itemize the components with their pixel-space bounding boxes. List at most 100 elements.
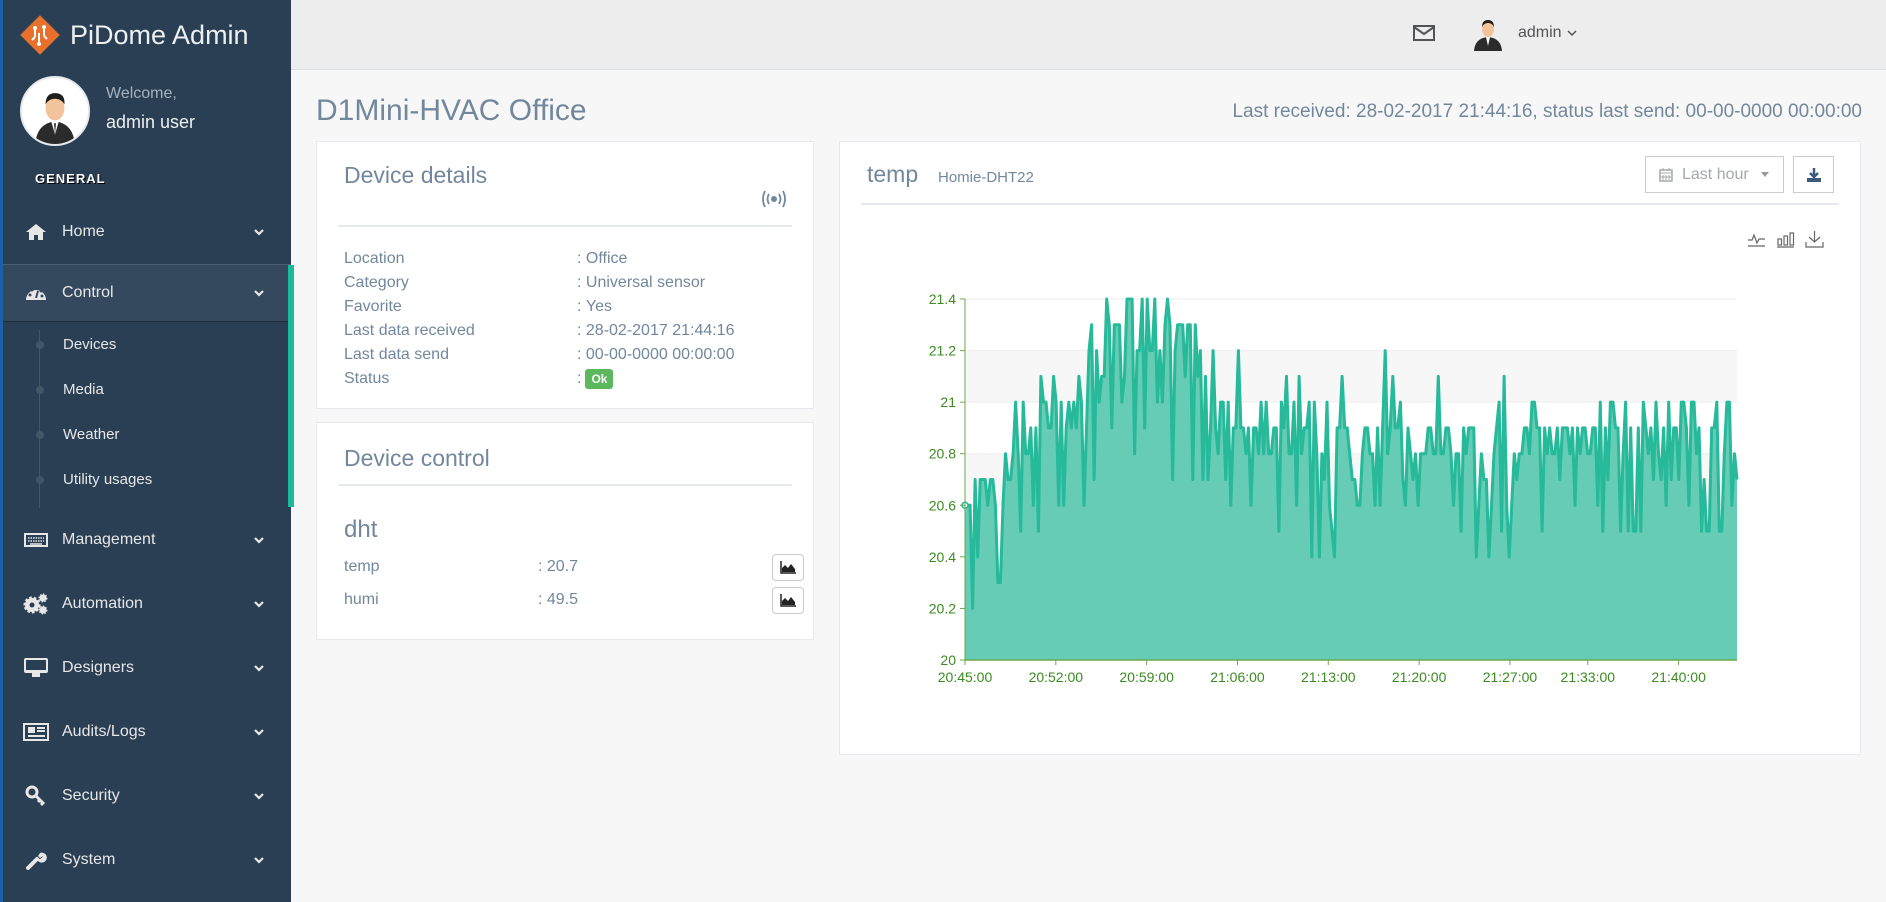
show-chart-button[interactable] xyxy=(772,553,804,581)
pidome-logo-icon xyxy=(20,15,60,55)
user-avatar-icon xyxy=(22,78,88,144)
user-name: admin xyxy=(1518,24,1562,41)
x-tick-label: 21:40:00 xyxy=(1651,669,1706,685)
x-tick-label: 21:06:00 xyxy=(1210,669,1265,685)
sidebar-subitem-devices[interactable]: Devices xyxy=(3,322,291,367)
control-submenu: Devices Media Weather Utility usages xyxy=(3,322,291,508)
area-chart-icon xyxy=(780,593,796,607)
menu-section-title: GENERAL xyxy=(35,171,106,186)
chevron-down-icon xyxy=(254,729,264,736)
divider xyxy=(338,484,792,486)
detail-label: Location xyxy=(344,250,405,267)
dashboard-icon xyxy=(23,282,49,304)
sidebar-subitem-media[interactable]: Media xyxy=(3,367,291,412)
sidebar-item-label: Security xyxy=(62,787,120,804)
profile-name: admin user xyxy=(106,112,196,132)
chevron-down-icon xyxy=(254,229,264,236)
chevron-down-icon xyxy=(254,857,264,864)
subitem-label: Utility usages xyxy=(63,471,153,488)
sidebar-item-designers[interactable]: Designers xyxy=(3,636,291,700)
device-details-list: Location: Office Category: Universal sen… xyxy=(344,247,794,391)
subitem-label: Weather xyxy=(63,426,120,443)
broadcast-icon xyxy=(762,190,786,208)
welcome-text: Welcome, xyxy=(106,85,177,102)
chevron-down-icon xyxy=(254,537,264,544)
newspaper-icon xyxy=(23,721,49,743)
sidebar-item-security[interactable]: Security xyxy=(3,764,291,828)
sidebar-item-system[interactable]: System xyxy=(3,828,291,892)
panel-title: Device details xyxy=(344,162,488,188)
detail-label: Status xyxy=(344,370,390,387)
detail-row: Location: Office xyxy=(344,247,794,271)
separator: : xyxy=(577,322,582,339)
app-title: PiDome Admin xyxy=(70,19,249,50)
y-tick-label: 20 xyxy=(940,652,956,668)
y-tick-label: 21 xyxy=(940,394,956,410)
brand[interactable]: PiDome Admin xyxy=(20,14,249,56)
bullet-icon xyxy=(36,385,44,394)
keyboard-icon xyxy=(23,529,49,551)
sidebar-item-label: Home xyxy=(62,223,105,240)
temperature-chart[interactable]: 20 20.2 20.4 20.6 20.8 21 21.2 21.4 20:45:00 20:5… xyxy=(840,142,1862,756)
detail-label: Favorite xyxy=(344,298,402,315)
detail-label: Last data received xyxy=(344,322,475,339)
control-value-text: 49.5 xyxy=(546,591,579,608)
control-value: : 20.7 xyxy=(538,558,579,575)
detail-value: Yes xyxy=(585,298,613,315)
sidebar-item-automation[interactable]: Automation xyxy=(3,572,291,636)
x-tick-label: 21:33:00 xyxy=(1561,669,1616,685)
key-icon xyxy=(23,785,49,807)
y-tick-label: 20.4 xyxy=(929,549,956,565)
x-tick-label: 20:45:00 xyxy=(938,669,993,685)
control-value: : 49.5 xyxy=(538,591,579,608)
detail-value: 28-02-2017 21:44:16 xyxy=(585,322,735,339)
chevron-down-icon xyxy=(254,601,264,608)
profile: Welcome, admin user xyxy=(20,76,195,146)
detail-label: Last data send xyxy=(344,346,449,363)
control-row-temp: temp : 20.7 xyxy=(344,552,804,582)
sidebar-item-home[interactable]: Home xyxy=(3,200,291,264)
y-tick-label: 20.6 xyxy=(929,497,956,513)
sidebar-item-audits-logs[interactable]: Audits/Logs xyxy=(3,700,291,764)
detail-value: 00-00-0000 00:00:00 xyxy=(585,346,735,363)
top-navbar xyxy=(291,0,1886,70)
sidebar-item-control[interactable]: Control xyxy=(3,264,291,322)
device-control-panel: Device control dht temp : 20.7 humi : 49… xyxy=(316,422,814,640)
bullet-icon xyxy=(36,475,44,484)
detail-row: Last data send: 00-00-0000 00:00:00 xyxy=(344,343,794,367)
separator: : xyxy=(577,298,582,315)
active-menu-accent xyxy=(288,265,294,507)
sidebar-subitem-weather[interactable]: Weather xyxy=(3,412,291,457)
user-avatar xyxy=(1470,15,1506,51)
bullet-icon xyxy=(36,430,44,439)
control-row-humi: humi : 49.5 xyxy=(344,585,804,615)
envelope-icon[interactable] xyxy=(1413,24,1435,42)
bullet-icon xyxy=(36,340,44,349)
control-value-text: 20.7 xyxy=(546,558,579,575)
separator: : xyxy=(577,346,582,363)
user-menu-button[interactable]: admin xyxy=(1470,15,1577,51)
detail-row: Favorite: Yes xyxy=(344,295,794,319)
x-tick-label: 21:20:00 xyxy=(1392,669,1447,685)
x-tick-label: 21:13:00 xyxy=(1301,669,1356,685)
y-tick-label: 20.2 xyxy=(929,600,956,616)
sidebar-item-label: Audits/Logs xyxy=(62,723,146,740)
page-title: D1Mini-HVAC Office xyxy=(316,94,587,127)
sidebar-item-label: Control xyxy=(62,284,114,301)
divider xyxy=(338,225,792,227)
sidebar-subitem-utility-usages[interactable]: Utility usages xyxy=(3,457,291,502)
detail-row: Category: Universal sensor xyxy=(344,271,794,295)
show-chart-button[interactable] xyxy=(772,586,804,614)
y-tick-label: 21.4 xyxy=(929,291,956,307)
profile-avatar xyxy=(20,76,90,146)
cogs-icon xyxy=(23,593,49,615)
home-icon xyxy=(23,221,49,243)
sidebar-item-label: Management xyxy=(62,531,156,548)
chevron-down-icon xyxy=(254,290,264,297)
chart-panel: temp Homie-DHT22 Last hour 20 20.2 20.4 20.… xyxy=(839,141,1861,755)
sidebar-item-management[interactable]: Management xyxy=(3,508,291,572)
control-label: humi xyxy=(344,591,379,608)
sidebar-menu: Home Control Devices Media Weather Utili… xyxy=(3,200,291,892)
chevron-down-icon xyxy=(254,793,264,800)
detail-value: Universal sensor xyxy=(585,274,706,291)
